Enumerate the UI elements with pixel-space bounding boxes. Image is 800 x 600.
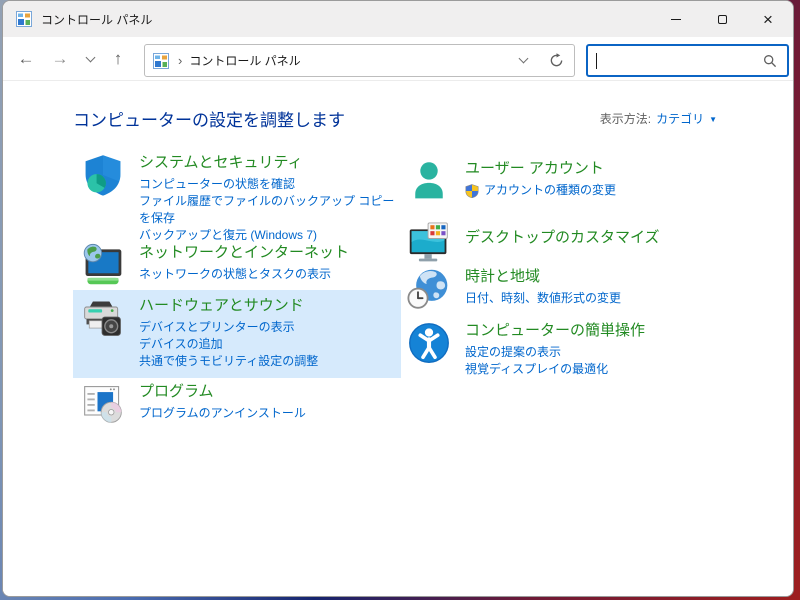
category-title-programs[interactable]: プログラム	[139, 382, 214, 402]
task-link[interactable]: 共通で使うモビリティ設定の調整	[139, 353, 318, 370]
window-title: コントロール パネル	[41, 12, 153, 27]
history-dropdown-button[interactable]	[81, 37, 99, 81]
task-link-label: アカウントの種類の変更	[484, 183, 617, 197]
forward-button[interactable]: →	[47, 37, 73, 81]
category-hardware-sound[interactable]: ハードウェアとサウンド デバイスとプリンターの表示 デバイスの追加 共通で使うモ…	[73, 290, 401, 378]
view-by-dropdown-icon[interactable]: ▼	[709, 115, 717, 124]
control-panel-icon	[16, 11, 32, 27]
shield-security-icon[interactable]	[81, 153, 125, 197]
refresh-icon	[550, 53, 562, 67]
back-button[interactable]: ←	[13, 37, 39, 81]
text-caret	[596, 52, 597, 69]
globe-clock-icon[interactable]	[407, 267, 451, 311]
category-network-internet: ネットワークとインターネット ネットワークの状態とタスクの表示	[73, 237, 401, 295]
breadcrumb-chevron-icon[interactable]: ›	[178, 53, 182, 68]
close-icon: ×	[763, 9, 773, 29]
task-link[interactable]: プログラムのアンインストール	[139, 405, 306, 422]
task-link[interactable]: ファイル履歴でファイルのバックアップ コピーを保存	[139, 193, 401, 227]
task-link[interactable]: デバイスとプリンターの表示	[139, 319, 295, 336]
close-button[interactable]: ×	[745, 1, 791, 37]
category-programs: プログラム プログラムのアンインストール	[73, 376, 401, 434]
accessibility-icon[interactable]	[407, 321, 451, 365]
task-link[interactable]: 視覚ディスプレイの最適化	[465, 361, 608, 378]
task-link[interactable]: デバイスの追加	[139, 336, 223, 353]
address-dropdown-icon	[518, 53, 528, 64]
task-link[interactable]: ネットワークの状態とタスクの表示	[139, 266, 331, 283]
maximize-icon	[717, 14, 727, 24]
page-title: コンピューターの設定を調整します	[73, 111, 345, 130]
monitor-palette-icon[interactable]	[407, 222, 451, 266]
control-panel-icon	[153, 53, 169, 69]
minimize-button[interactable]	[653, 1, 699, 37]
category-clock-region: 時計と地域 日付、時刻、数値形式の変更	[399, 261, 727, 319]
breadcrumb-location[interactable]: コントロール パネル	[189, 52, 300, 69]
category-user-accounts: ユーザー アカウント アカウントの種類の変更	[399, 153, 727, 211]
task-link[interactable]: 設定の提案の表示	[465, 344, 561, 361]
user-silhouette-icon[interactable]	[407, 159, 451, 203]
refresh-button[interactable]	[538, 53, 574, 68]
view-by-value[interactable]: カテゴリ	[656, 110, 704, 127]
task-link[interactable]: コンピューターの状態を確認	[139, 176, 295, 193]
category-title-user-accounts[interactable]: ユーザー アカウント	[465, 159, 604, 179]
history-chevron-icon	[85, 52, 95, 62]
content-area: コンピューターの設定を調整します 表示方法: カテゴリ ▼ システムとセキュリテ…	[3, 82, 793, 596]
category-title-desktop-customization[interactable]: デスクトップのカスタマイズ	[465, 228, 660, 248]
minimize-icon	[671, 18, 681, 20]
up-button[interactable]: ↑	[105, 37, 131, 81]
search-input[interactable]	[586, 44, 789, 77]
category-title-hardware-sound[interactable]: ハードウェアとサウンド	[139, 296, 304, 316]
uac-shield-icon	[465, 183, 479, 198]
network-monitor-globe-icon[interactable]	[81, 243, 125, 287]
category-title-clock-region[interactable]: 時計と地域	[465, 267, 540, 287]
category-title-ease-of-access[interactable]: コンピューターの簡単操作	[465, 321, 645, 341]
task-link-uac[interactable]: アカウントの種類の変更	[465, 182, 616, 199]
control-panel-window: コントロール パネル × ← → ↑ › コントロール パネル コンピューターの…	[2, 0, 794, 597]
category-ease-of-access: コンピューターの簡単操作 設定の提案の表示 視覚ディスプレイの最適化	[399, 315, 727, 386]
maximize-button[interactable]	[699, 1, 745, 37]
address-bar[interactable]: › コントロール パネル	[144, 44, 575, 77]
navigation-toolbar: ← → ↑ › コントロール パネル	[3, 37, 793, 81]
printer-speaker-icon[interactable]	[81, 296, 125, 340]
view-by-label: 表示方法:	[599, 112, 652, 126]
address-dropdown-button[interactable]	[508, 53, 538, 64]
view-by-control[interactable]: 表示方法: カテゴリ ▼	[600, 110, 717, 127]
task-link[interactable]: 日付、時刻、数値形式の変更	[465, 290, 621, 307]
category-title-system-security[interactable]: システムとセキュリティ	[139, 153, 303, 173]
search-icon	[764, 54, 777, 67]
category-title-network-internet[interactable]: ネットワークとインターネット	[139, 243, 349, 263]
titlebar: コントロール パネル ×	[3, 1, 793, 37]
program-window-disc-icon[interactable]	[81, 382, 125, 426]
